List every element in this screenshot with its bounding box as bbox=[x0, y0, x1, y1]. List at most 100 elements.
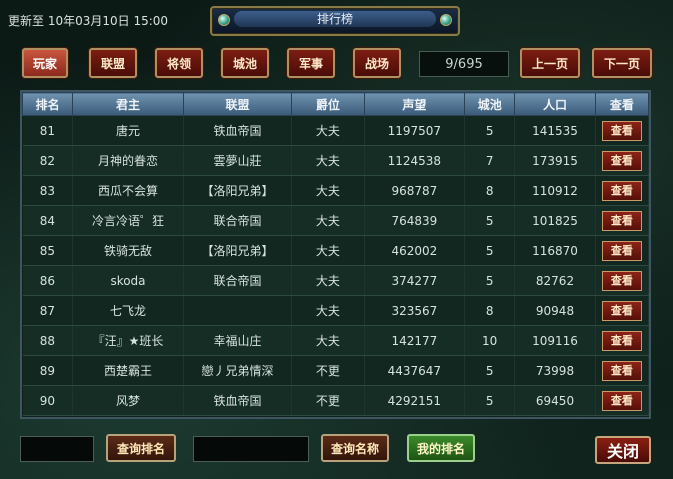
cities-cell: 7 bbox=[464, 145, 516, 176]
view-button[interactable]: 查看 bbox=[601, 330, 642, 351]
cities-cell: 5 bbox=[464, 355, 516, 386]
view-cell: 查看 bbox=[595, 355, 650, 386]
view-cell: 查看 bbox=[595, 235, 650, 266]
lord-cell: 月神的眷恋 bbox=[72, 145, 184, 176]
title-plate: 排行榜 bbox=[210, 6, 460, 36]
rank-cell: 86 bbox=[22, 265, 74, 296]
search-rank-button[interactable]: 查询排名 bbox=[106, 434, 176, 462]
rank-cell: 85 bbox=[22, 235, 74, 266]
view-button[interactable]: 查看 bbox=[601, 120, 642, 141]
rank-search-input[interactable] bbox=[20, 436, 94, 462]
prev-page-button[interactable]: 上一页 bbox=[520, 48, 580, 78]
view-button[interactable]: 查看 bbox=[601, 390, 642, 411]
table-row: 88 『汪』★班长 幸福山庄 大夫 142177 10 109116 查看 bbox=[22, 325, 650, 356]
table-row: 82 月神的眷恋 雲夢山莊 大夫 1124538 7 173915 查看 bbox=[22, 145, 650, 176]
column-header-title: 爵位 bbox=[291, 92, 365, 116]
column-header-alliance: 联盟 bbox=[182, 92, 293, 116]
lord-cell: 西楚霸王 bbox=[72, 355, 184, 386]
lord-cell: skoda bbox=[72, 265, 184, 296]
title-cell: 大夫 bbox=[291, 325, 365, 356]
rank-cell: 89 bbox=[22, 355, 74, 386]
my-rank-button[interactable]: 我的排名 bbox=[407, 434, 475, 462]
title-cell: 大夫 bbox=[291, 205, 365, 236]
table-row: 84 冷言冷语゜狂 联合帝国 大夫 764839 5 101825 查看 bbox=[22, 205, 650, 236]
cities-cell: 5 bbox=[464, 235, 516, 266]
ranking-window: { "header": { "update_label": "更新至 10年03… bbox=[0, 0, 673, 479]
population-cell: 109116 bbox=[514, 325, 596, 356]
alliance-cell: 【洛阳兄弟】 bbox=[183, 235, 293, 266]
alliance-cell bbox=[183, 295, 293, 326]
column-header-view: 查看 bbox=[594, 92, 650, 116]
alliance-cell: 铁血帝国 bbox=[183, 385, 293, 416]
cities-cell: 5 bbox=[464, 385, 516, 416]
view-cell: 查看 bbox=[595, 325, 650, 356]
population-cell: 110912 bbox=[514, 175, 596, 206]
prestige-cell: 374277 bbox=[364, 265, 466, 296]
tab-battlefield[interactable]: 战场 bbox=[353, 48, 401, 78]
tab-city[interactable]: 城池 bbox=[221, 48, 269, 78]
jade-gem-icon bbox=[218, 14, 230, 26]
view-button[interactable]: 查看 bbox=[601, 180, 642, 201]
view-cell: 查看 bbox=[595, 175, 650, 206]
rank-cell: 81 bbox=[22, 115, 74, 146]
title-cell: 大夫 bbox=[291, 115, 365, 146]
rank-cell: 87 bbox=[22, 295, 74, 326]
ranking-table: 排名 君主 联盟 爵位 声望 城池 人口 查看 81 唐元 铁血帝国 大夫 1197507 5 14153… bbox=[20, 90, 651, 419]
view-button[interactable]: 查看 bbox=[601, 210, 642, 231]
tab-player[interactable]: 玩家 bbox=[22, 48, 68, 78]
population-cell: 82762 bbox=[514, 265, 596, 296]
column-header-rank: 排名 bbox=[21, 92, 74, 116]
alliance-cell: 铁血帝国 bbox=[183, 115, 293, 146]
title-cell: 大夫 bbox=[291, 295, 365, 326]
next-page-button[interactable]: 下一页 bbox=[592, 48, 652, 78]
table-row: 86 skoda 联合帝国 大夫 374277 5 82762 查看 bbox=[22, 265, 650, 296]
view-button[interactable]: 查看 bbox=[601, 150, 642, 171]
table-row: 83 西瓜不会算 【洛阳兄弟】 大夫 968787 8 110912 查看 bbox=[22, 175, 650, 206]
population-cell: 73998 bbox=[514, 355, 596, 386]
alliance-cell: 戀丿兄弟情深 bbox=[183, 355, 293, 386]
view-cell: 查看 bbox=[595, 265, 650, 296]
page-title: 排行榜 bbox=[234, 11, 436, 27]
lord-cell: 西瓜不会算 bbox=[72, 175, 184, 206]
name-search-input[interactable] bbox=[193, 436, 309, 462]
alliance-cell: 【洛阳兄弟】 bbox=[183, 175, 293, 206]
population-cell: 101825 bbox=[514, 205, 596, 236]
view-button[interactable]: 查看 bbox=[601, 300, 642, 321]
rank-cell: 90 bbox=[22, 385, 74, 416]
table-header-row: 排名 君主 联盟 爵位 声望 城池 人口 查看 bbox=[21, 92, 650, 116]
population-cell: 116870 bbox=[514, 235, 596, 266]
view-cell: 查看 bbox=[595, 205, 650, 236]
close-button[interactable]: 关闭 bbox=[595, 436, 651, 464]
view-button[interactable]: 查看 bbox=[601, 270, 642, 291]
table-body: 81 唐元 铁血帝国 大夫 1197507 5 141535 查看 82 月神的眷恋 雲夢山莊 大夫 1… bbox=[22, 115, 650, 416]
tab-military[interactable]: 军事 bbox=[287, 48, 335, 78]
search-name-button[interactable]: 查询名称 bbox=[321, 434, 389, 462]
alliance-cell: 雲夢山莊 bbox=[183, 145, 293, 176]
prestige-cell: 323567 bbox=[364, 295, 466, 326]
title-cell: 大夫 bbox=[291, 265, 365, 296]
cities-cell: 5 bbox=[464, 265, 516, 296]
tab-general[interactable]: 将领 bbox=[155, 48, 203, 78]
lord-cell: 冷言冷语゜狂 bbox=[72, 205, 184, 236]
update-time-label: 更新至 10年03月10日 15:00 bbox=[8, 14, 169, 28]
table-row: 90 风梦 铁血帝国 不更 4292151 5 69450 查看 bbox=[22, 385, 650, 416]
title-cell: 不更 bbox=[291, 385, 365, 416]
population-cell: 173915 bbox=[514, 145, 596, 176]
cities-cell: 10 bbox=[464, 325, 516, 356]
population-cell: 69450 bbox=[514, 385, 596, 416]
rank-cell: 82 bbox=[22, 145, 74, 176]
alliance-cell: 联合帝国 bbox=[183, 205, 293, 236]
alliance-cell: 联合帝国 bbox=[183, 265, 293, 296]
title-cell: 大夫 bbox=[291, 235, 365, 266]
view-button[interactable]: 查看 bbox=[601, 240, 642, 261]
view-button[interactable]: 查看 bbox=[601, 360, 642, 381]
prestige-cell: 1197507 bbox=[364, 115, 466, 146]
title-cell: 大夫 bbox=[291, 145, 365, 176]
prestige-cell: 968787 bbox=[364, 175, 466, 206]
population-cell: 141535 bbox=[514, 115, 596, 146]
column-header-lord: 君主 bbox=[72, 92, 184, 116]
view-cell: 查看 bbox=[595, 145, 650, 176]
view-cell: 查看 bbox=[595, 115, 650, 146]
column-header-population: 人口 bbox=[514, 92, 596, 116]
tab-alliance[interactable]: 联盟 bbox=[89, 48, 137, 78]
